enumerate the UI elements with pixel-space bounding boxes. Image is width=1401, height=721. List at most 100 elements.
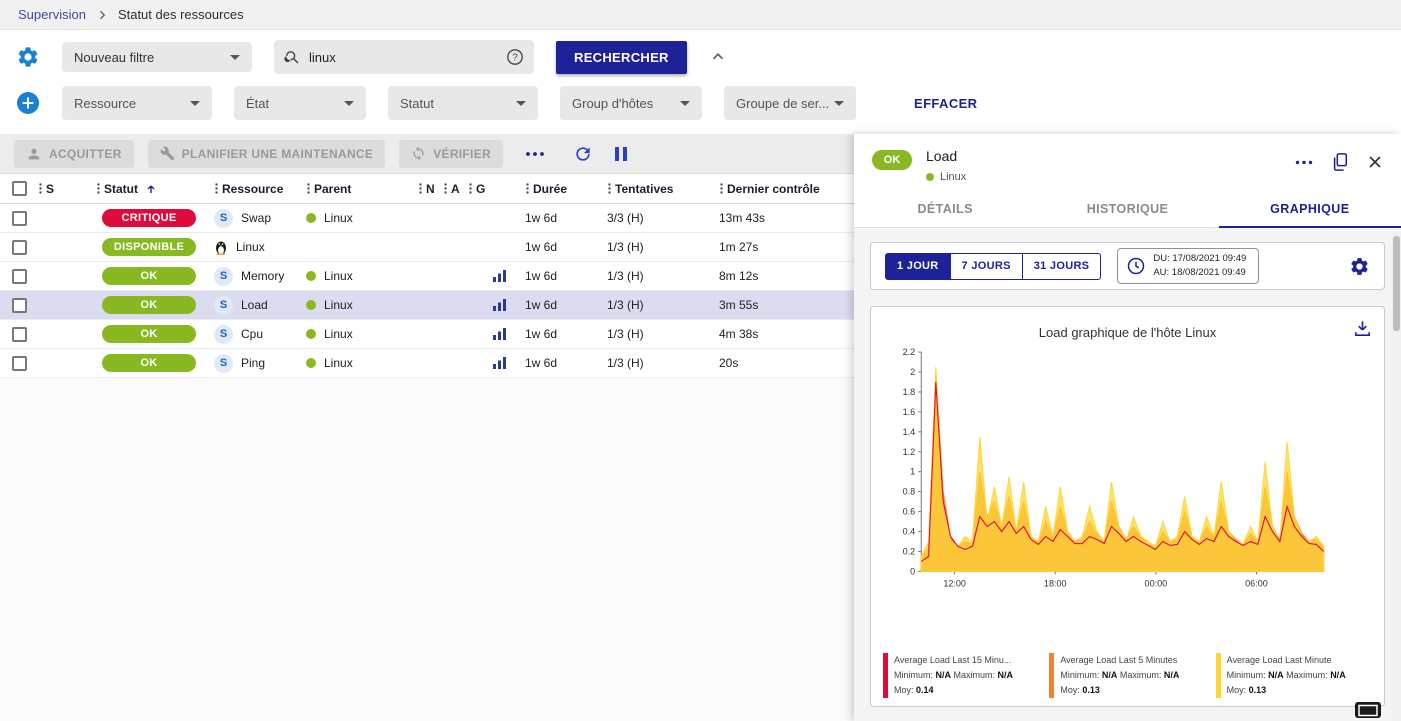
host-up-dot-icon [926,173,934,181]
graph-icon [493,270,506,282]
tab-history[interactable]: HISTORIQUE [1036,191,1218,227]
criteria-state-select[interactable]: État [234,86,366,120]
duration-cell: 1w 6d [525,240,607,254]
search-input[interactable] [309,50,498,65]
row-checkbox[interactable] [12,211,27,226]
add-criteria-button[interactable] [16,91,40,115]
resource-cell: SLoad [214,296,306,315]
tries-cell: 1/3 (H) [607,269,719,283]
table-row[interactable]: OKSMemoryLinux1w 6d1/3 (H)8m 12s [0,262,854,291]
drag-handle-icon [306,182,311,195]
clear-filters-button[interactable]: EFFACER [914,96,977,111]
search-button[interactable]: RECHERCHER [556,41,687,74]
refresh-button[interactable] [573,144,593,164]
legend-item[interactable]: Average Load Last MinuteMinimum: N/A Max… [1216,653,1372,698]
legend-average: Moy: 0.13 [1227,683,1346,698]
row-checkbox[interactable] [12,356,27,371]
svg-text:?: ? [512,53,518,64]
check-button[interactable]: VÉRIFIER [399,140,503,168]
column-header-a[interactable]: A [443,182,468,196]
legend-min-max: Minimum: N/A Maximum: N/A [1060,668,1179,683]
host-up-dot-icon [306,271,316,281]
ellipsis-icon [525,151,545,157]
host-up-dot-icon [306,358,316,368]
graph-cell[interactable] [493,328,525,340]
ellipsis-icon [1295,160,1313,165]
row-checkbox[interactable] [12,327,27,342]
graph-cell[interactable] [493,270,525,282]
column-header-last-check[interactable]: Dernier contrôle [719,182,854,196]
criteria-resource-select[interactable]: Ressource [62,86,212,120]
resource-cell: SMemory [214,267,306,286]
select-all-checkbox[interactable] [12,181,27,196]
svg-text:0.4: 0.4 [903,527,916,537]
tries-cell: 3/3 (H) [607,211,719,225]
table-row[interactable]: CRITIQUESSwapLinux1w 6d3/3 (H)13m 43s [0,204,854,233]
status-badge: CRITIQUE [102,209,196,227]
resources-toolbar: ACQUITTER PLANIFIER UNE MAINTENANCE VÉRI… [0,134,854,174]
svg-text:2.2: 2.2 [903,347,916,357]
column-header-g[interactable]: G [468,182,493,196]
host-up-dot-icon [306,300,316,310]
panel-more-button[interactable] [1295,160,1313,165]
legend-item[interactable]: Average Load Last 5 MinutesMinimum: N/A … [1049,653,1205,698]
person-icon [26,146,42,162]
duration-cell: 1w 6d [525,327,607,341]
range-1day-button[interactable]: 1 JOUR [885,253,951,280]
date-range-picker[interactable]: DU: 17/08/2021 09:49 AU: 18/08/2021 09:4… [1117,248,1259,284]
row-checkbox[interactable] [12,269,27,284]
legend-item[interactable]: Average Load Last 15 Minu...Minimum: N/A… [883,653,1039,698]
plus-icon [16,91,40,115]
criteria-status-select[interactable]: Statut [388,86,538,120]
graph-cell[interactable] [493,357,525,369]
column-header-tries[interactable]: Tentatives [607,182,719,196]
help-icon[interactable]: ? [506,48,524,66]
breadcrumb-page: Statut des ressources [118,7,244,22]
column-header-n[interactable]: N [418,182,443,196]
graph-cell[interactable] [493,299,525,311]
table-row[interactable]: DISPONIBLELinux1w 6d1/3 (H)1m 27s [0,233,854,262]
more-actions-button[interactable] [525,151,545,157]
collapse-filters-chevron-up-icon[interactable] [709,48,727,66]
drag-handle-icon [607,182,612,195]
svg-text:0.6: 0.6 [903,507,916,517]
svg-text:00:00: 00:00 [1145,578,1168,588]
range-31days-button[interactable]: 31 JOURS [1022,253,1102,280]
drag-handle-icon [719,182,724,195]
column-header-status[interactable]: Statut [96,182,214,196]
column-header-parent[interactable]: Parent [306,182,418,196]
table-row[interactable]: OKSPingLinux1w 6d1/3 (H)20s [0,349,854,378]
copy-link-button[interactable] [1331,152,1349,172]
column-header-resource[interactable]: Ressource [214,182,306,196]
panel-title: Load [926,148,966,164]
resource-cell: SSwap [214,209,306,228]
row-checkbox[interactable] [12,298,27,313]
sync-icon [411,146,426,161]
pause-autorefresh-button[interactable] [613,145,629,163]
chevron-down-icon [834,101,844,106]
column-header-severity[interactable]: S [38,182,96,196]
table-row[interactable]: OKSCpuLinux1w 6d1/3 (H)4m 38s [0,320,854,349]
tab-details[interactable]: DÉTAILS [854,191,1036,227]
export-graph-button[interactable] [1353,319,1372,338]
filter-settings-gear-icon[interactable] [16,45,40,69]
plan-maintenance-button[interactable]: PLANIFIER UNE MAINTENANCE [148,140,386,168]
criteria-hostgroup-select[interactable]: Group d'hôtes [560,86,702,120]
graph-title: Load graphique de l'hôte Linux [881,325,1374,340]
table-row[interactable]: OKSLoadLinux1w 6d1/3 (H)3m 55s [0,291,854,320]
chevron-down-icon [230,55,240,60]
range-7days-button[interactable]: 7 JOURS [950,253,1023,280]
breadcrumb-section[interactable]: Supervision [18,7,86,22]
host-up-dot-icon [306,213,316,223]
graph-settings-gear-icon[interactable] [1349,256,1370,277]
close-panel-button[interactable] [1367,154,1383,170]
tab-graph[interactable]: GRAPHIQUE [1219,191,1401,227]
filter-preset-select[interactable]: Nouveau filtre [62,42,252,72]
row-checkbox[interactable] [12,240,27,255]
scrollbar-thumb[interactable] [1393,236,1400,331]
svg-text:06:00: 06:00 [1245,578,1268,588]
legend-average: Moy: 0.13 [1060,683,1179,698]
acknowledge-button[interactable]: ACQUITTER [14,140,134,168]
criteria-servicegroup-select[interactable]: Groupe de ser... [724,86,856,120]
column-header-duration[interactable]: Durée [525,182,607,196]
